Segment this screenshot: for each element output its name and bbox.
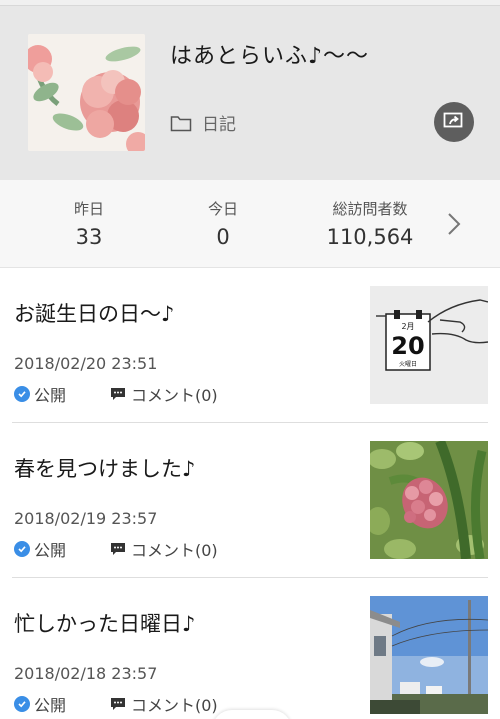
calendar-thumbnail-image: 2月 20 火曜日 (370, 286, 488, 404)
entry-status-label: 公開 (34, 541, 67, 560)
entry-thumbnail[interactable]: 2月 20 火曜日 (370, 286, 488, 404)
comment-icon (111, 388, 125, 400)
blog-category[interactable]: 日記 (170, 110, 236, 135)
entry-meta: 公開 コメント(0) (14, 537, 218, 561)
entry-status-label: 公開 (34, 386, 67, 405)
stat-total-label: 総訪問者数 (332, 200, 408, 218)
stat-today: 今日 0 (178, 198, 268, 249)
sky-landscape-image (370, 596, 488, 714)
entry-status-label: 公開 (34, 696, 67, 715)
blog-avatar[interactable] (28, 34, 145, 151)
stat-total: 総訪問者数 110,564 (300, 198, 440, 249)
entry-status: 公開 (14, 692, 110, 716)
entry-meta: 公開 コメント(0) (14, 382, 218, 406)
entry-comments[interactable]: コメント(0) (110, 692, 218, 716)
bottom-tab-handle[interactable] (212, 710, 292, 719)
entry-comments-label: コメント(0) (131, 386, 218, 405)
entry-thumbnail[interactable] (370, 596, 488, 714)
comment-icon (111, 698, 125, 710)
hyacinth-bud-image (370, 441, 488, 559)
entry-title[interactable]: お誕生日の日〜♪ (14, 298, 174, 328)
stat-total-value: 110,564 (326, 225, 414, 249)
entry-date: 2018/02/20 23:51 (14, 354, 158, 373)
check-icon (14, 386, 30, 402)
calendar-month: 2月 (401, 322, 414, 331)
list-item[interactable]: 春を見つけました♪ 2018/02/19 23:57 公開 コメント(0) (0, 423, 500, 578)
entry-meta: 公開 コメント(0) (14, 692, 218, 716)
entry-date: 2018/02/18 23:57 (14, 664, 158, 683)
comment-icon (111, 543, 125, 555)
check-icon (14, 541, 30, 557)
list-item[interactable]: お誕生日の日〜♪ 2018/02/20 23:51 公開 コメント(0) 2月 … (0, 268, 500, 423)
folder-icon (170, 114, 192, 132)
blog-header: はあとらいふ♪〜〜 日記 (0, 6, 500, 180)
stat-today-value: 0 (216, 225, 230, 249)
flower-painting-image (28, 34, 145, 151)
access-stats[interactable]: 昨日 33 今日 0 総訪問者数 110,564 (0, 180, 500, 268)
share-icon (443, 112, 463, 128)
stat-today-label: 今日 (207, 200, 238, 218)
category-label: 日記 (202, 115, 236, 135)
entry-title[interactable]: 春を見つけました♪ (14, 453, 195, 483)
blog-title[interactable]: はあとらいふ♪〜〜 (170, 38, 369, 70)
calendar-weekday: 火曜日 (399, 361, 417, 368)
entry-status: 公開 (14, 382, 110, 406)
entry-comments-label: コメント(0) (131, 696, 218, 715)
check-icon (14, 696, 30, 712)
share-button[interactable] (434, 102, 474, 142)
entry-comments[interactable]: コメント(0) (110, 537, 218, 561)
entry-status: 公開 (14, 537, 110, 561)
list-item[interactable]: 忙しかった日曜日♪ 2018/02/18 23:57 公開 コメント(0) (0, 578, 500, 719)
stat-yesterday-label: 昨日 (73, 200, 104, 218)
chevron-right-icon[interactable] (444, 210, 464, 238)
entry-comments-label: コメント(0) (131, 541, 218, 560)
stat-yesterday: 昨日 33 (44, 198, 134, 249)
stat-yesterday-value: 33 (75, 225, 103, 249)
calendar-day: 20 (391, 332, 424, 360)
entry-comments[interactable]: コメント(0) (110, 382, 218, 406)
entry-title[interactable]: 忙しかった日曜日♪ (14, 608, 195, 638)
entry-date: 2018/02/19 23:57 (14, 509, 158, 528)
entry-thumbnail[interactable] (370, 441, 488, 559)
